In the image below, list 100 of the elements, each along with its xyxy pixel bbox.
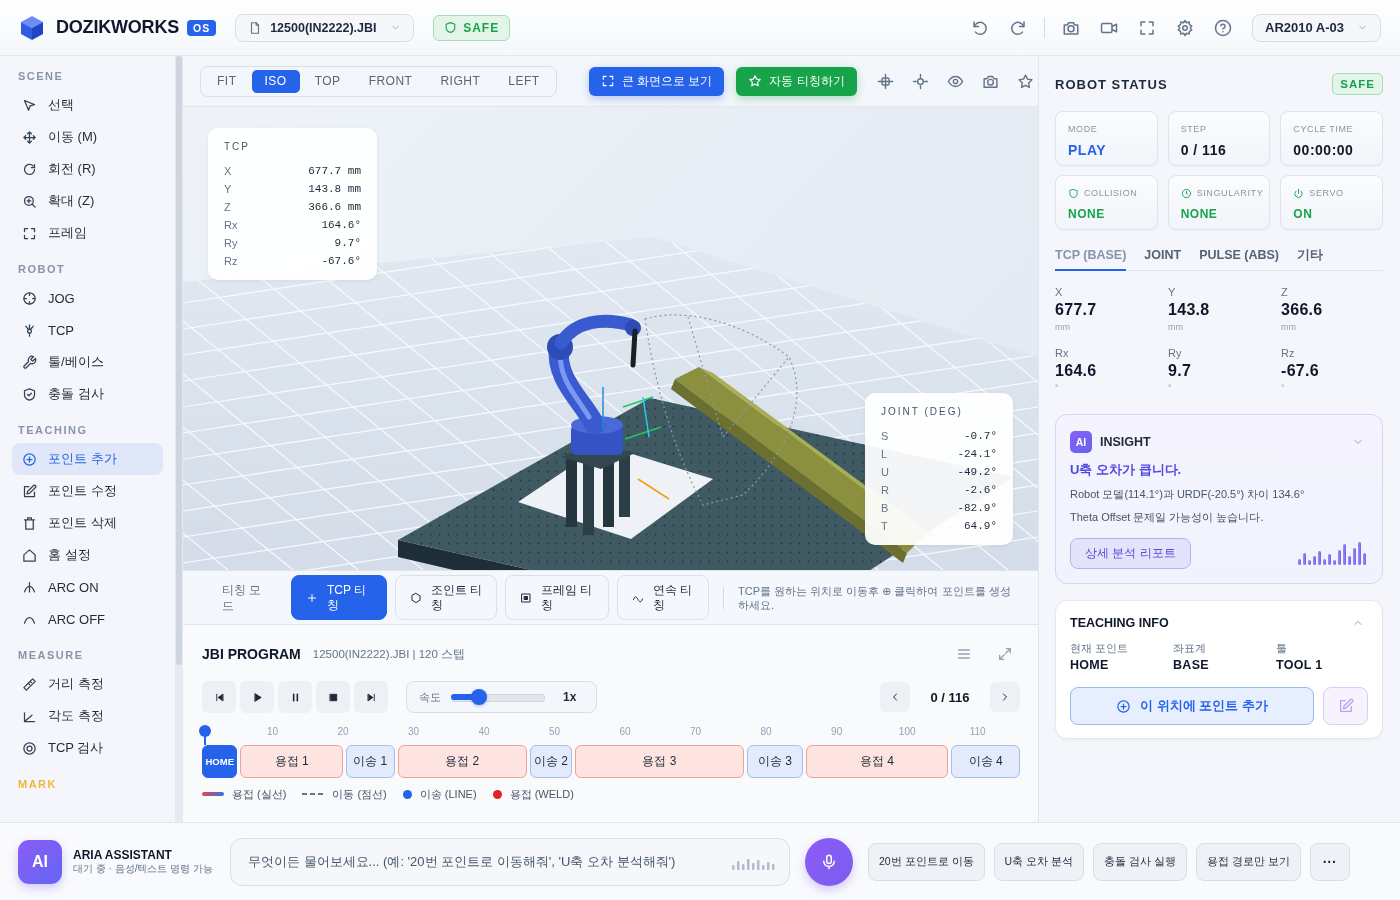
card-title: INSIGHT bbox=[1100, 435, 1151, 449]
panel-title: JOINT (DEG) bbox=[881, 405, 964, 419]
weld-segment[interactable]: 용접 1 bbox=[240, 745, 343, 778]
coordinate-tab[interactable]: PULSE (ABS) bbox=[1199, 241, 1279, 271]
sidebar-item[interactable]: 회전 (R) bbox=[12, 153, 163, 185]
sidebar-item[interactable]: 홈 설정 bbox=[12, 539, 163, 571]
rotate-icon bbox=[22, 161, 37, 177]
axis-value: -2.6° bbox=[964, 484, 997, 496]
teaching-mode-tab[interactable]: 연속 티칭 bbox=[617, 575, 709, 620]
move-segment[interactable]: 이송 2 bbox=[529, 745, 572, 778]
card-value: NONE bbox=[1068, 206, 1106, 223]
view-tab[interactable]: FRONT bbox=[355, 69, 426, 93]
star-icon[interactable] bbox=[1016, 72, 1034, 90]
teaching-mode-tab[interactable]: 프레임 티칭 bbox=[505, 575, 609, 620]
sidebar-item[interactable]: 각도 측정 bbox=[12, 700, 163, 732]
sidebar-item[interactable]: 포인트 삭제 bbox=[12, 507, 163, 539]
settings-icon[interactable] bbox=[1176, 18, 1194, 37]
axis-value: 677.7 mm bbox=[308, 165, 361, 177]
move-segment[interactable]: 이송 1 bbox=[345, 745, 395, 778]
sidebar-item[interactable]: 포인트 수정 bbox=[12, 475, 163, 507]
section-heading: MEASURE bbox=[17, 648, 85, 663]
axis-value: -0.7° bbox=[964, 430, 997, 442]
first-step-button[interactable] bbox=[202, 681, 236, 713]
view-tab[interactable]: ISO bbox=[251, 69, 300, 93]
card-title: TEACHING INFO bbox=[1070, 616, 1169, 630]
file-dropdown[interactable]: 12500(IN2222).JBI bbox=[235, 13, 415, 42]
suggestion-button[interactable]: U축 오차 분석 bbox=[993, 842, 1084, 881]
card-label: SINGULARITY bbox=[1196, 188, 1264, 198]
sidebar-item[interactable]: 거리 측정 bbox=[12, 668, 163, 700]
microphone-icon bbox=[820, 852, 838, 871]
program-title: JBI PROGRAM bbox=[202, 646, 301, 662]
fullscreen-icon[interactable] bbox=[1138, 18, 1156, 37]
axis-label: Y bbox=[224, 183, 232, 195]
axis-value: -24.1° bbox=[957, 448, 997, 460]
expand-icon[interactable] bbox=[997, 646, 1013, 662]
coordinate-tab[interactable]: JOINT bbox=[1144, 241, 1182, 271]
slider-thumb[interactable] bbox=[470, 689, 487, 705]
sidebar-item[interactable]: 확대 (Z) bbox=[12, 185, 163, 217]
suggestion-button[interactable]: 용접 경로만 보기 bbox=[1195, 842, 1301, 881]
speed-slider[interactable] bbox=[451, 689, 545, 705]
weld-segment[interactable]: 용접 2 bbox=[397, 745, 527, 778]
unit-label: mm bbox=[1168, 321, 1183, 333]
sidebar-item[interactable]: 프레임 bbox=[12, 217, 163, 249]
view-tab[interactable]: TOP bbox=[301, 69, 354, 93]
stop-button[interactable] bbox=[316, 681, 350, 713]
teaching-mode-tab[interactable]: 조인트 티칭 bbox=[395, 575, 497, 620]
help-icon[interactable] bbox=[1214, 18, 1232, 37]
cursor-icon bbox=[22, 97, 37, 113]
sidebar-item[interactable]: 충돌 검사 bbox=[12, 378, 163, 410]
sidebar-item[interactable]: JOG bbox=[12, 282, 163, 314]
sidebar-item[interactable]: 선택 bbox=[12, 89, 163, 121]
home-segment[interactable]: HOME bbox=[202, 745, 238, 778]
sidebar-item[interactable]: ARC OFF bbox=[12, 603, 163, 635]
section-heading: TEACHING bbox=[17, 423, 89, 438]
field-label: 현재 포인트 bbox=[1070, 641, 1129, 655]
sidebar-item[interactable]: 툴/베이스 bbox=[12, 346, 163, 378]
unit-label: mm bbox=[1055, 321, 1070, 333]
chat-input[interactable]: 무엇이든 물어보세요... (예: '20번 포인트로 이동해줘', 'U축 오차 분석해줘') bbox=[230, 837, 790, 886]
move-segment[interactable]: 이송 4 bbox=[951, 745, 1020, 778]
report-button[interactable]: 상세 분석 리포트 bbox=[1070, 538, 1191, 569]
sidebar-item[interactable]: TCP bbox=[12, 314, 163, 346]
undo-icon[interactable] bbox=[971, 18, 989, 37]
sidebar-item[interactable]: TCP 검사 bbox=[12, 732, 163, 764]
tick-label: 40 bbox=[478, 726, 490, 738]
teaching-mode-tab[interactable]: TCP 티칭 bbox=[291, 575, 387, 620]
microphone-button[interactable] bbox=[805, 837, 853, 886]
weld-segment[interactable]: 용접 4 bbox=[805, 745, 949, 778]
add-point-button[interactable]: 이 위치에 포인트 추가 bbox=[1070, 687, 1314, 725]
crosshair-icon[interactable] bbox=[876, 72, 894, 90]
view-tab[interactable]: RIGHT bbox=[427, 69, 494, 93]
robot-selector[interactable]: AR2010 A-03 bbox=[1252, 13, 1381, 42]
suggestion-button[interactable]: 20번 포인트로 이동 bbox=[868, 842, 985, 881]
safety-badge: SAFE bbox=[1332, 73, 1383, 95]
last-step-button[interactable] bbox=[354, 681, 388, 713]
scrollbar-thumb[interactable] bbox=[176, 56, 182, 665]
sidebar-item[interactable]: 이동 (M) bbox=[12, 121, 163, 153]
unit-label: ° bbox=[1168, 382, 1172, 394]
locate-icon[interactable] bbox=[911, 72, 929, 90]
program-subtitle: 12500(IN2222).JBI | 120 스텝 bbox=[312, 646, 466, 662]
view-tab[interactable]: FIT bbox=[204, 69, 250, 93]
coordinate-label: X bbox=[1055, 285, 1063, 299]
sidebar-item[interactable]: 포인트 추가 bbox=[12, 443, 163, 475]
play-button[interactable] bbox=[240, 681, 274, 713]
redo-icon[interactable] bbox=[1009, 18, 1027, 37]
skip-back-icon bbox=[213, 691, 225, 703]
playhead[interactable] bbox=[199, 725, 211, 745]
coordinate-tab[interactable]: 기타 bbox=[1297, 241, 1323, 271]
tick-label: 60 bbox=[619, 726, 631, 738]
view-tab[interactable]: LEFT bbox=[495, 69, 553, 93]
suggestion-button[interactable]: 충돌 검사 실행 bbox=[1092, 842, 1187, 881]
axis-label: L bbox=[881, 448, 888, 460]
tick-label: 100 bbox=[898, 726, 916, 738]
shield-icon bbox=[1068, 187, 1079, 199]
coordinate-label: Ry bbox=[1168, 346, 1182, 360]
weld-segment[interactable]: 용접 3 bbox=[574, 745, 745, 778]
field-label: 좌표계 bbox=[1173, 641, 1206, 655]
sidebar-item[interactable]: ARC ON bbox=[12, 571, 163, 603]
more-button[interactable]: ··· bbox=[1309, 842, 1350, 881]
move-segment[interactable]: 이송 3 bbox=[747, 745, 803, 778]
fullscreen-view-button[interactable]: 큰 화면으로 보기 bbox=[588, 66, 725, 96]
